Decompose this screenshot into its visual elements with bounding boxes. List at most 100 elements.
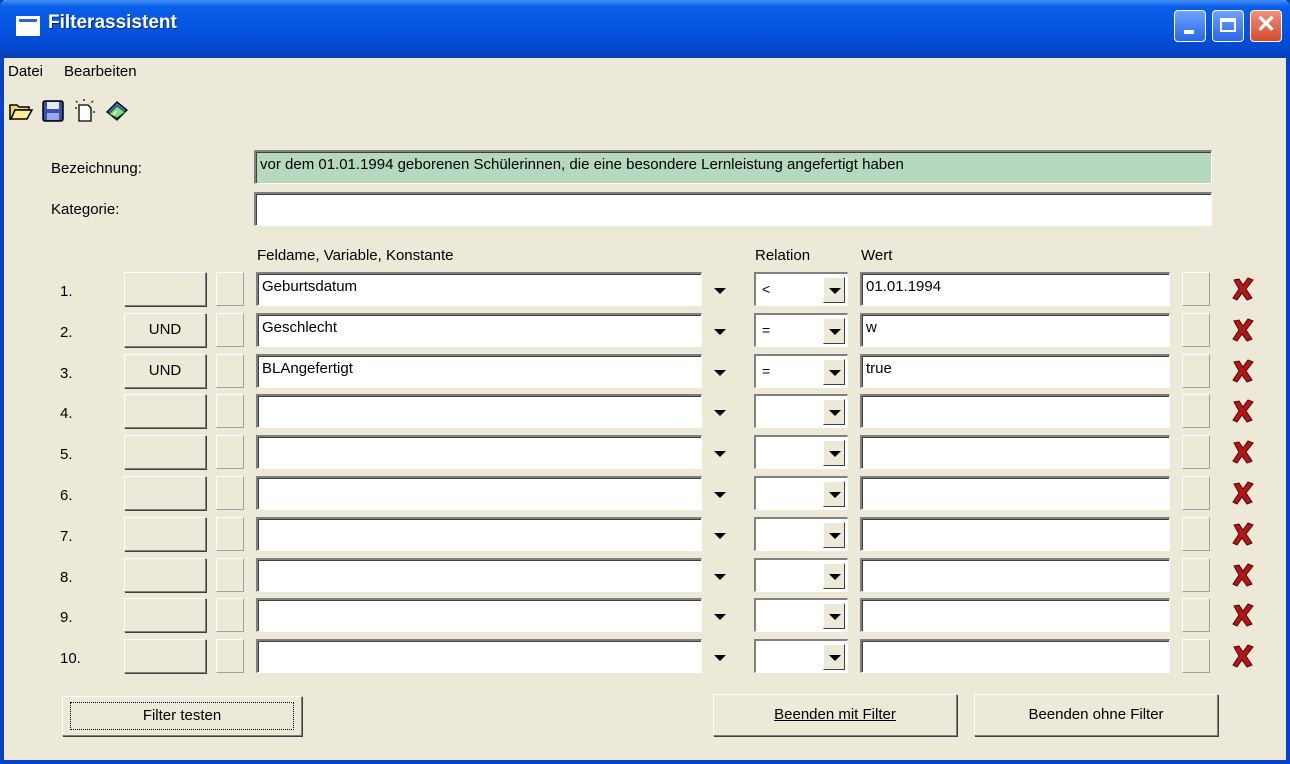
end-without-filter-button[interactable]: Beenden ohne Filter	[974, 694, 1218, 736]
value-picker-button[interactable]	[1182, 354, 1210, 388]
field-name-input[interactable]	[256, 639, 702, 673]
relation-select[interactable]	[754, 394, 848, 428]
delete-icon[interactable]	[1231, 480, 1255, 506]
value-input[interactable]	[860, 476, 1170, 510]
conjunction-button[interactable]	[124, 517, 206, 551]
value-picker-button[interactable]	[1182, 313, 1210, 347]
relation-select[interactable]: <	[754, 272, 848, 306]
relation-dropdown-button[interactable]	[823, 522, 845, 548]
end-with-filter-button[interactable]: Beenden mit Filter	[713, 694, 957, 736]
relation-select[interactable]	[754, 558, 848, 592]
field-name-input[interactable]	[256, 517, 702, 551]
delete-icon[interactable]	[1231, 317, 1255, 343]
chevron-down-icon[interactable]	[714, 655, 726, 661]
conjunction-button[interactable]: UND	[124, 313, 206, 347]
value-picker-button[interactable]	[1182, 435, 1210, 469]
field-name-input[interactable]: BLAngefertigt	[256, 354, 702, 388]
chevron-down-icon[interactable]	[714, 533, 726, 539]
help-book-icon[interactable]	[104, 98, 130, 124]
chevron-down-icon[interactable]	[714, 492, 726, 498]
value-picker-button[interactable]	[1182, 639, 1210, 673]
relation-dropdown-button[interactable]	[823, 644, 845, 670]
value-input[interactable]	[860, 517, 1170, 551]
bracket-button[interactable]	[216, 639, 244, 673]
delete-icon[interactable]	[1231, 562, 1255, 588]
chevron-down-icon[interactable]	[714, 288, 726, 294]
new-document-icon[interactable]	[72, 98, 98, 124]
value-input[interactable]	[860, 598, 1170, 632]
field-name-input[interactable]	[256, 598, 702, 632]
field-name-input[interactable]	[256, 394, 702, 428]
value-picker-button[interactable]	[1182, 394, 1210, 428]
maximize-button[interactable]	[1212, 10, 1244, 42]
menu-bearbeiten[interactable]: Bearbeiten	[64, 63, 137, 80]
conjunction-button[interactable]	[124, 476, 206, 510]
field-name-input[interactable]	[256, 435, 702, 469]
relation-dropdown-button[interactable]	[823, 440, 845, 466]
relation-dropdown-button[interactable]	[823, 399, 845, 425]
relation-select[interactable]	[754, 598, 848, 632]
kategorie-field[interactable]	[254, 192, 1212, 226]
relation-dropdown-button[interactable]	[823, 277, 845, 303]
relation-dropdown-button[interactable]	[823, 563, 845, 589]
delete-icon[interactable]	[1231, 398, 1255, 424]
bracket-button[interactable]	[216, 313, 244, 347]
relation-select[interactable]	[754, 435, 848, 469]
bracket-button[interactable]	[216, 354, 244, 388]
chevron-down-icon[interactable]	[714, 329, 726, 335]
bracket-button[interactable]	[216, 394, 244, 428]
value-input[interactable]	[860, 558, 1170, 592]
relation-dropdown-button[interactable]	[823, 359, 845, 385]
close-window-button[interactable]: ✕	[1250, 10, 1282, 42]
bezeichnung-field[interactable]: vor dem 01.01.1994 geborenen Schülerinne…	[254, 150, 1212, 184]
bracket-button[interactable]	[216, 517, 244, 551]
delete-icon[interactable]	[1231, 276, 1255, 302]
delete-icon[interactable]	[1231, 602, 1255, 628]
chevron-down-icon[interactable]	[714, 451, 726, 457]
save-disk-icon[interactable]	[40, 98, 66, 124]
value-picker-button[interactable]	[1182, 476, 1210, 510]
value-input[interactable]: w	[860, 313, 1170, 347]
value-input[interactable]	[860, 394, 1170, 428]
relation-dropdown-button[interactable]	[823, 481, 845, 507]
value-picker-button[interactable]	[1182, 272, 1210, 306]
chevron-down-icon[interactable]	[714, 614, 726, 620]
field-name-input[interactable]	[256, 476, 702, 510]
bracket-button[interactable]	[216, 598, 244, 632]
minimize-button[interactable]	[1174, 10, 1206, 42]
relation-dropdown-button[interactable]	[823, 603, 845, 629]
delete-icon[interactable]	[1231, 358, 1255, 384]
open-folder-icon[interactable]	[8, 98, 34, 124]
value-picker-button[interactable]	[1182, 517, 1210, 551]
value-picker-button[interactable]	[1182, 558, 1210, 592]
relation-select[interactable]	[754, 476, 848, 510]
chevron-down-icon[interactable]	[714, 410, 726, 416]
bracket-button[interactable]	[216, 476, 244, 510]
conjunction-button[interactable]	[124, 272, 206, 306]
chevron-down-icon[interactable]	[714, 370, 726, 376]
bracket-button[interactable]	[216, 435, 244, 469]
value-input[interactable]	[860, 435, 1170, 469]
filter-test-button[interactable]: Filter testen	[62, 696, 302, 736]
bracket-button[interactable]	[216, 558, 244, 592]
value-input[interactable]: 01.01.1994	[860, 272, 1170, 306]
field-name-input[interactable]: Geburtsdatum	[256, 272, 702, 306]
conjunction-button[interactable]	[124, 394, 206, 428]
chevron-down-icon[interactable]	[714, 574, 726, 580]
bracket-button[interactable]	[216, 272, 244, 306]
delete-icon[interactable]	[1231, 521, 1255, 547]
value-input[interactable]	[860, 639, 1170, 673]
conjunction-button[interactable]	[124, 639, 206, 673]
delete-icon[interactable]	[1231, 439, 1255, 465]
conjunction-button[interactable]: UND	[124, 354, 206, 388]
delete-icon[interactable]	[1231, 643, 1255, 669]
relation-select[interactable]: =	[754, 313, 848, 347]
relation-select[interactable]	[754, 639, 848, 673]
conjunction-button[interactable]	[124, 558, 206, 592]
field-name-input[interactable]: Geschlecht	[256, 313, 702, 347]
relation-dropdown-button[interactable]	[823, 318, 845, 344]
relation-select[interactable]	[754, 517, 848, 551]
conjunction-button[interactable]	[124, 435, 206, 469]
title-bar[interactable]: Filterassistent ✕	[0, 0, 1290, 58]
relation-select[interactable]: =	[754, 354, 848, 388]
